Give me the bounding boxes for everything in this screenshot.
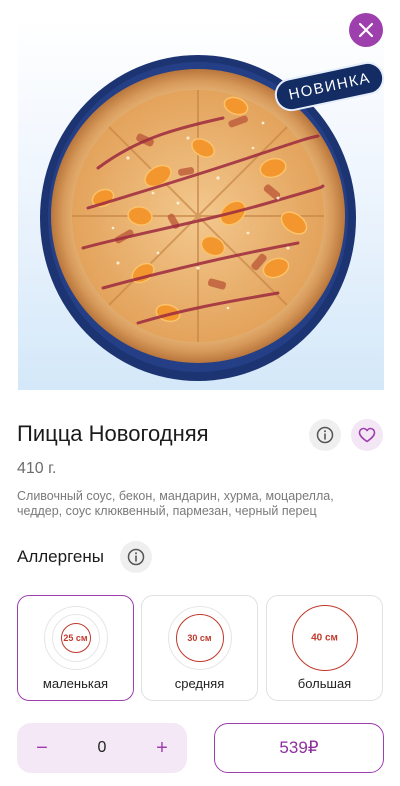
allergens-label: Аллергены xyxy=(17,547,104,566)
size-diameter: 25 см xyxy=(63,633,88,643)
product-sheet: НОВИНКА Пицца Новогодняя 410 г. Сливочны… xyxy=(0,0,400,786)
size-label: маленькая xyxy=(42,676,109,691)
close-button[interactable] xyxy=(349,13,383,47)
info-icon xyxy=(316,426,334,444)
size-label: средняя xyxy=(174,676,225,691)
close-icon xyxy=(358,22,374,38)
heart-icon xyxy=(358,427,376,443)
quantity-value: 0 xyxy=(97,739,107,756)
pizza-image: НОВИНКА xyxy=(18,18,384,390)
size-diameter: 30 см xyxy=(187,633,212,643)
size-option-medium[interactable]: 30 см средняя xyxy=(141,595,258,701)
add-to-cart-button[interactable]: 539₽ xyxy=(214,723,384,773)
size-diameter: 40 см xyxy=(311,632,338,644)
decrease-button[interactable]: − xyxy=(17,723,67,773)
size-option-small[interactable]: 25 см маленькая xyxy=(17,595,134,701)
quantity-stepper: − 0 + xyxy=(17,723,187,773)
product-description: Сливочный соус, бекон, мандарин, хурма, … xyxy=(17,489,334,518)
product-weight: 410 г. xyxy=(17,460,57,477)
product-info-button[interactable] xyxy=(309,419,341,451)
favorite-button[interactable] xyxy=(351,419,383,451)
size-option-large[interactable]: 40 см большая xyxy=(266,595,383,701)
info-icon xyxy=(127,548,145,566)
product-title: Пицца Новогодняя xyxy=(17,421,209,446)
size-label: большая xyxy=(297,676,352,691)
allergens-info-button[interactable] xyxy=(120,541,152,573)
increase-button[interactable]: + xyxy=(137,723,187,773)
